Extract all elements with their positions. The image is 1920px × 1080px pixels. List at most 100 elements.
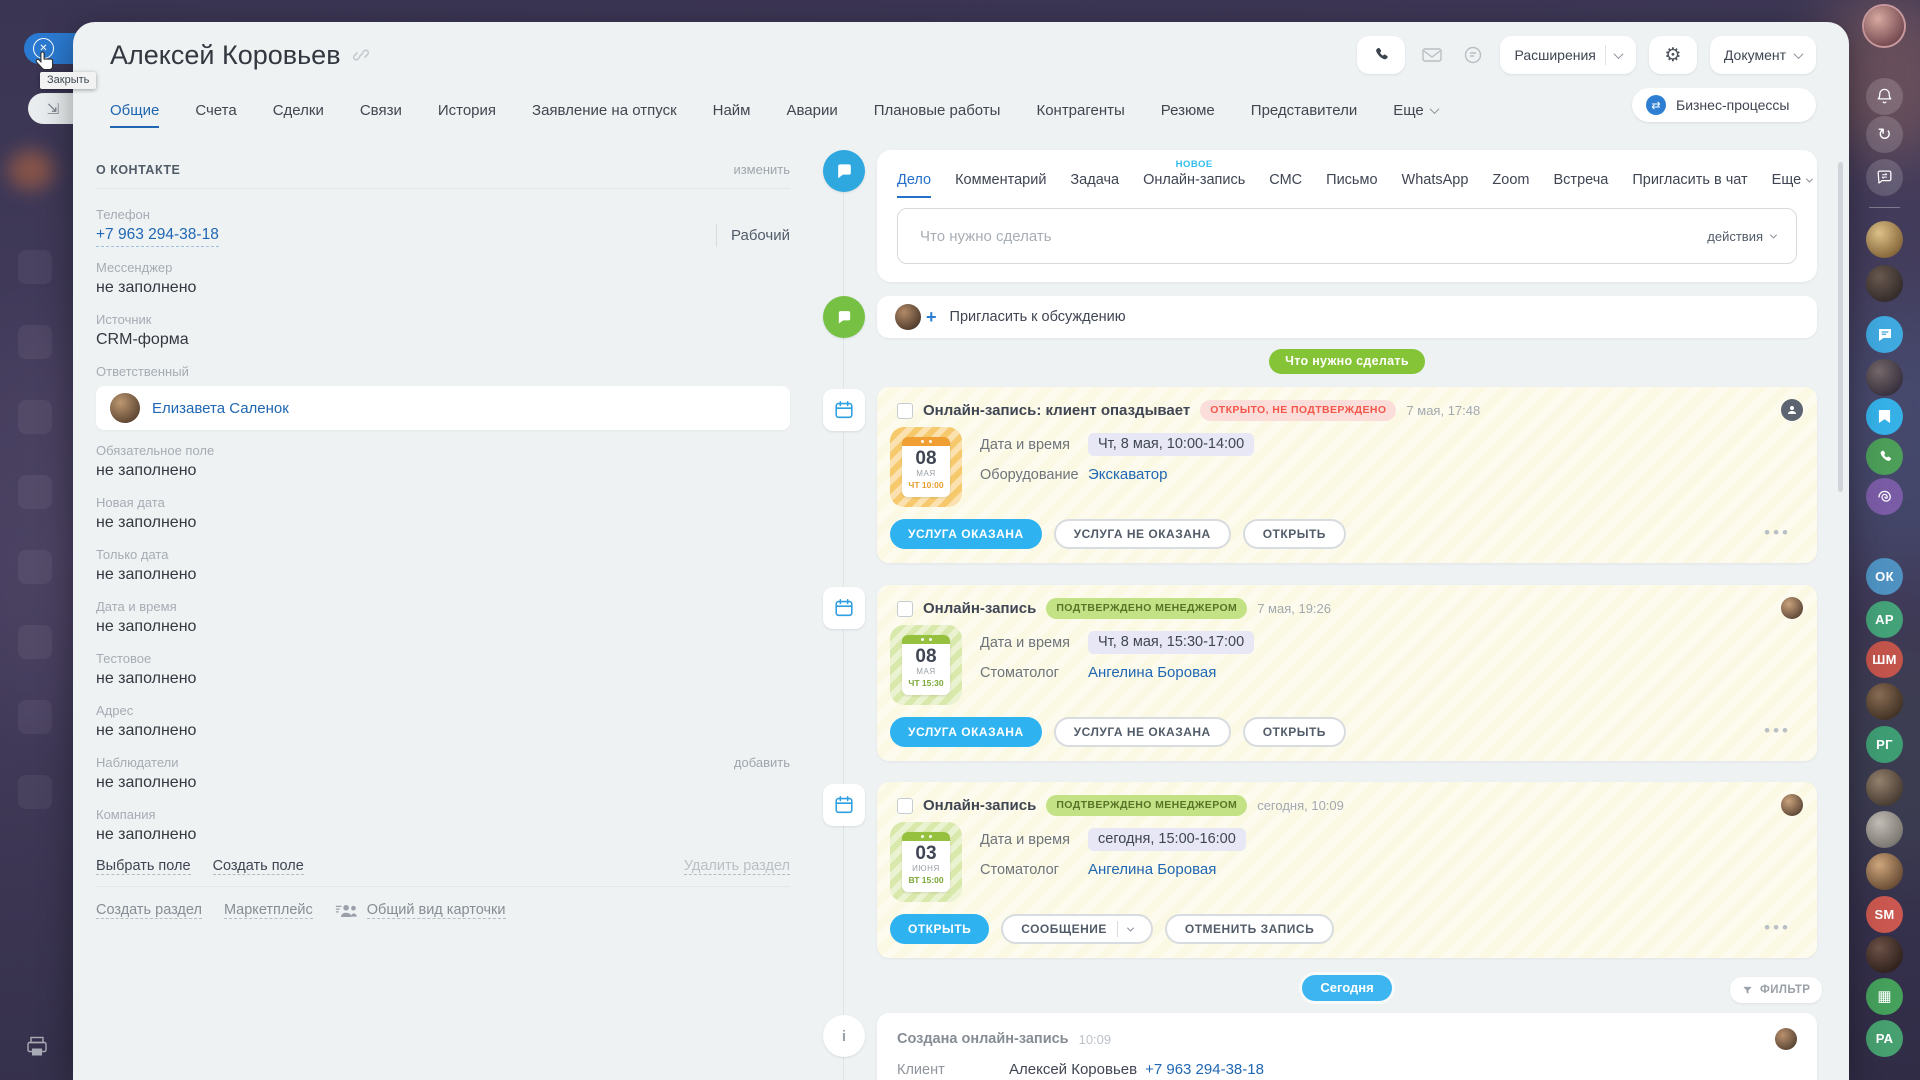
- tab-Общие[interactable]: Общие: [110, 94, 159, 128]
- responsible-user-box[interactable]: Елизавета Саленок: [96, 386, 790, 430]
- chat-avatar-ОК[interactable]: ОК: [1866, 558, 1903, 595]
- bell-icon[interactable]: [1866, 78, 1903, 115]
- create-field-link[interactable]: Создать поле: [213, 858, 304, 875]
- client-phone-link[interactable]: +7 963 294-38-18: [1145, 1061, 1264, 1078]
- timeline-tab-Дело[interactable]: Дело: [897, 154, 931, 198]
- more-actions-icon[interactable]: •••: [1764, 918, 1791, 938]
- tab-Счета[interactable]: Счета: [195, 94, 236, 128]
- chat-avatar-АР[interactable]: АР: [1866, 601, 1903, 638]
- chat-avatar[interactable]: [1866, 265, 1903, 302]
- timeline-tab-more[interactable]: Еще: [1772, 154, 1813, 198]
- today-separator[interactable]: Сегодня: [1302, 975, 1391, 1001]
- document-button[interactable]: Документ: [1710, 36, 1816, 74]
- field-label: Дата и время: [96, 598, 177, 615]
- timeline-tab-Пригласить в чат[interactable]: Пригласить в чат: [1632, 154, 1747, 198]
- card-button-ОТКРЫТЬ[interactable]: ОТКРЫТЬ: [1243, 717, 1346, 747]
- card-button-СООБЩЕНИЕ[interactable]: СООБЩЕНИЕ: [1001, 914, 1153, 944]
- tab-Связи[interactable]: Связи: [360, 94, 402, 128]
- card-button-УСЛУГА ОКАЗАНА[interactable]: УСЛУГА ОКАЗАНА: [890, 519, 1042, 549]
- marketplace-link[interactable]: Маркетплейс: [224, 902, 313, 919]
- profile-avatar[interactable]: [1864, 6, 1904, 46]
- minimize-button[interactable]: ⇲: [28, 93, 78, 124]
- section-title: О КОНТАКТЕ: [96, 163, 180, 177]
- card-field-link[interactable]: Экскаватор: [1088, 466, 1167, 483]
- card-title[interactable]: Онлайн-запись: [923, 797, 1036, 814]
- more-actions-icon[interactable]: •••: [1764, 721, 1791, 741]
- timeline-tab-Комментарий[interactable]: Комментарий: [955, 154, 1046, 198]
- tab-Сделки[interactable]: Сделки: [273, 94, 324, 128]
- tab-История[interactable]: История: [438, 94, 496, 128]
- timeline-tab-СМС[interactable]: СМС: [1269, 154, 1302, 198]
- spiral-icon[interactable]: [1866, 478, 1903, 515]
- chat-avatar[interactable]: [1866, 221, 1903, 258]
- divider: [96, 886, 790, 887]
- timeline-tab-WhatsApp[interactable]: WhatsApp: [1402, 154, 1469, 198]
- chat-avatar[interactable]: [1866, 683, 1903, 720]
- chat-lines-icon[interactable]: [1866, 316, 1903, 353]
- history-icon[interactable]: ↻: [1866, 116, 1903, 153]
- printer-icon[interactable]: [25, 1036, 49, 1063]
- booking-stream-icon: [823, 587, 865, 629]
- card-button-ОТКРЫТЬ[interactable]: ОТКРЫТЬ: [890, 914, 989, 944]
- invite-row[interactable]: + Пригласить к обсуждению: [877, 296, 1817, 338]
- bookmark-icon[interactable]: [1866, 398, 1903, 435]
- grid-icon[interactable]: ▦: [1866, 978, 1903, 1015]
- card-title[interactable]: Онлайн-запись: клиент опаздывает: [923, 402, 1190, 419]
- chat-arrows-icon[interactable]: [1866, 159, 1903, 196]
- delete-section-link[interactable]: Удалить раздел: [684, 858, 790, 875]
- phone-link[interactable]: +7 963 294-38-18: [96, 223, 219, 247]
- timeline-tab-Zoom[interactable]: Zoom: [1492, 154, 1529, 198]
- timeline-tab-Онлайн-запись[interactable]: НОВОЕОнлайн-запись: [1143, 154, 1245, 198]
- card-field-link[interactable]: Ангелина Боровая: [1088, 664, 1216, 681]
- tab-more[interactable]: Еще: [1393, 94, 1438, 128]
- choose-field-link[interactable]: Выбрать поле: [96, 858, 191, 875]
- responsible-user-link[interactable]: Елизавета Саленок: [152, 400, 289, 417]
- card-button-ОТКРЫТЬ[interactable]: ОТКРЫТЬ: [1243, 519, 1346, 549]
- tab-Заявление на отпуск[interactable]: Заявление на отпуск: [532, 94, 677, 128]
- tab-Плановые работы[interactable]: Плановые работы: [874, 94, 1001, 128]
- timeline-tab-Задача[interactable]: Задача: [1070, 154, 1119, 198]
- copy-link-icon[interactable]: [352, 46, 370, 69]
- chat-avatar[interactable]: [1866, 853, 1903, 890]
- card-button-УСЛУГА НЕ ОКАЗАНА[interactable]: УСЛУГА НЕ ОКАЗАНА: [1054, 519, 1231, 549]
- scrollbar-thumb[interactable]: [1838, 162, 1843, 492]
- tab-Найм[interactable]: Найм: [713, 94, 751, 128]
- card-button-УСЛУГА НЕ ОКАЗАНА[interactable]: УСЛУГА НЕ ОКАЗАНА: [1054, 717, 1231, 747]
- edit-link[interactable]: изменить: [733, 162, 790, 177]
- chat-avatar[interactable]: [1866, 359, 1903, 396]
- card-title[interactable]: Онлайн-запись: [923, 600, 1036, 617]
- timeline-tab-Письмо[interactable]: Письмо: [1326, 154, 1377, 198]
- card-field-link[interactable]: Ангелина Боровая: [1088, 861, 1216, 878]
- phone-chat-icon[interactable]: [1866, 438, 1903, 475]
- card-button-ОТМЕНИТЬ ЗАПИСЬ[interactable]: ОТМЕНИТЬ ЗАПИСЬ: [1165, 914, 1334, 944]
- card-checkbox[interactable]: [897, 403, 913, 419]
- tab-Представители[interactable]: Представители: [1251, 94, 1357, 128]
- tab-Резюме[interactable]: Резюме: [1161, 94, 1215, 128]
- settings-button[interactable]: ⚙: [1649, 36, 1697, 74]
- extensions-button[interactable]: Расширения: [1500, 36, 1635, 74]
- chat-avatar-РГ[interactable]: РГ: [1866, 726, 1903, 763]
- chat-avatar-РА[interactable]: РА: [1866, 1020, 1903, 1057]
- card-view-link[interactable]: Общий вид карточки: [367, 902, 506, 919]
- chat-avatar[interactable]: [1866, 811, 1903, 848]
- filter-button[interactable]: ФИЛЬТР: [1730, 977, 1822, 1003]
- tab-Контрагенты[interactable]: Контрагенты: [1036, 94, 1124, 128]
- business-process-button[interactable]: ⇄ Бизнес-процессы: [1632, 88, 1816, 122]
- app-icon[interactable]: [1459, 45, 1487, 65]
- add-observer-link[interactable]: добавить: [734, 754, 790, 771]
- timeline-tab-Встреча[interactable]: Встреча: [1554, 154, 1609, 198]
- card-button-УСЛУГА ОКАЗАНА[interactable]: УСЛУГА ОКАЗАНА: [890, 717, 1042, 747]
- tab-Аварии[interactable]: Аварии: [787, 94, 838, 128]
- actions-dropdown[interactable]: действия: [1707, 229, 1796, 244]
- todo-input[interactable]: [898, 228, 1707, 245]
- card-checkbox[interactable]: [897, 798, 913, 814]
- mail-icon[interactable]: [1418, 46, 1446, 64]
- chat-avatar-SM[interactable]: SM: [1866, 896, 1903, 933]
- card-checkbox[interactable]: [897, 601, 913, 617]
- chat-avatar-ШМ[interactable]: ШМ: [1866, 641, 1903, 678]
- more-actions-icon[interactable]: •••: [1764, 523, 1791, 543]
- chat-avatar[interactable]: [1866, 769, 1903, 806]
- call-button[interactable]: [1357, 36, 1405, 74]
- create-section-link[interactable]: Создать раздел: [96, 902, 202, 919]
- chat-avatar[interactable]: [1866, 936, 1903, 973]
